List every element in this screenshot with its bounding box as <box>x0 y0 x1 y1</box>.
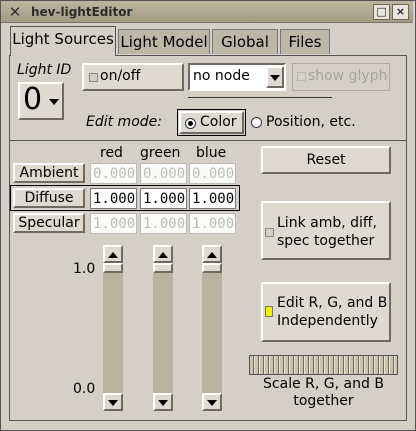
green-slider-trough[interactable] <box>153 273 173 393</box>
arrow-up-icon <box>207 252 217 258</box>
blue-slider-thumb[interactable] <box>202 263 222 273</box>
tab-files[interactable]: Files <box>280 29 330 54</box>
green-slider-up-button[interactable] <box>153 245 173 263</box>
arrow-down-icon <box>108 400 118 406</box>
specular-red-field[interactable]: 1.000 <box>90 213 137 234</box>
show-glyph-label: show glyph <box>308 68 388 84</box>
divider <box>9 140 407 141</box>
diffuse-green-field[interactable]: 1.000 <box>140 188 187 209</box>
arrow-up-icon <box>158 252 168 258</box>
node-select-dropdown[interactable] <box>266 66 284 88</box>
blue-slider-down-button[interactable] <box>202 393 222 411</box>
reset-button[interactable]: Reset <box>261 146 391 174</box>
ambient-blue-field[interactable]: 0.000 <box>189 163 236 184</box>
ambient-green-field[interactable]: 0.000 <box>140 163 187 184</box>
x-icon[interactable]: ✕ <box>7 4 23 20</box>
scale-label: Scale R, G, and B together <box>263 376 384 409</box>
show-glyph-toggle[interactable]: show glyph <box>292 63 390 91</box>
diffuse-blue-field[interactable]: 1.000 <box>189 188 236 209</box>
edit-mode-label: Edit mode: <box>86 114 162 130</box>
red-slider-trough[interactable] <box>103 273 123 393</box>
on-off-toggle[interactable]: on/off <box>82 63 184 91</box>
show-glyph-checkbox[interactable] <box>297 72 306 81</box>
green-slider[interactable] <box>153 245 173 411</box>
specular-blue-field[interactable]: 1.000 <box>189 213 236 234</box>
maximize-button[interactable]: □ <box>373 4 390 20</box>
node-select-value: no node <box>193 68 250 84</box>
blue-slider-trough[interactable] <box>202 273 222 393</box>
scale-thumbwheel[interactable] <box>249 355 398 375</box>
green-slider-thumb[interactable] <box>153 263 173 273</box>
ambient-red-field[interactable]: 0.000 <box>90 163 137 184</box>
edit-mode-color-radio[interactable]: Color <box>177 109 246 136</box>
edit-independently-indicator[interactable] <box>265 306 273 317</box>
edit-independently-label: Edit R, G, and B Independently <box>277 295 388 329</box>
on-off-checkbox[interactable] <box>89 73 98 82</box>
close-button[interactable]: × <box>392 4 409 20</box>
light-id-value: 0 <box>23 82 43 117</box>
green-slider-down-button[interactable] <box>153 393 173 411</box>
window-title: hev-lightEditor <box>31 5 133 19</box>
specular-button[interactable]: Specular <box>13 213 85 233</box>
red-slider[interactable] <box>103 245 123 411</box>
on-off-label: on/off <box>100 68 141 84</box>
tab-light-sources[interactable]: Light Sources <box>10 26 116 56</box>
arrow-down-icon <box>207 400 217 406</box>
link-together-toggle[interactable]: Link amb, diff, spec together <box>261 201 391 260</box>
specular-green-field[interactable]: 1.000 <box>140 213 187 234</box>
chevron-down-icon <box>270 75 280 81</box>
slider-max-label: 1.0 <box>73 261 96 277</box>
column-header-green: green <box>140 145 181 161</box>
diffuse-red-field[interactable]: 1.000 <box>90 188 137 209</box>
arrow-down-icon <box>158 400 168 406</box>
position-option-label[interactable]: Position, etc. <box>266 114 356 130</box>
blue-slider[interactable] <box>202 245 222 411</box>
chevron-down-icon <box>49 99 59 105</box>
tab-global[interactable]: Global <box>212 29 278 54</box>
column-header-red: red <box>100 145 123 161</box>
node-select[interactable]: no node <box>188 63 286 91</box>
link-together-label: Link amb, diff, spec together <box>277 215 377 249</box>
ambient-button[interactable]: Ambient <box>13 163 85 183</box>
column-header-blue: blue <box>196 145 227 161</box>
edit-independently-toggle[interactable]: Edit R, G, and B Independently <box>261 282 391 342</box>
link-together-checkbox[interactable] <box>265 228 274 237</box>
light-id-select[interactable]: 0 <box>18 82 64 120</box>
color-option-frame: Color <box>179 111 244 134</box>
diffuse-button[interactable]: Diffuse <box>13 188 85 208</box>
red-slider-thumb[interactable] <box>103 263 123 273</box>
color-option-label: Color <box>200 114 237 130</box>
divider <box>188 97 332 98</box>
red-slider-down-button[interactable] <box>103 393 123 411</box>
title-bar[interactable]: ✕ hev-lightEditor □ × <box>1 1 413 23</box>
blue-slider-up-button[interactable] <box>202 245 222 263</box>
slider-min-label: 0.0 <box>73 381 96 397</box>
tab-light-model[interactable]: Light Model <box>118 29 210 54</box>
red-slider-up-button[interactable] <box>103 245 123 263</box>
light-id-label: Light ID <box>17 62 72 78</box>
position-radio-button[interactable] <box>251 117 262 128</box>
arrow-up-icon <box>108 252 118 258</box>
color-radio-button[interactable] <box>185 118 196 129</box>
